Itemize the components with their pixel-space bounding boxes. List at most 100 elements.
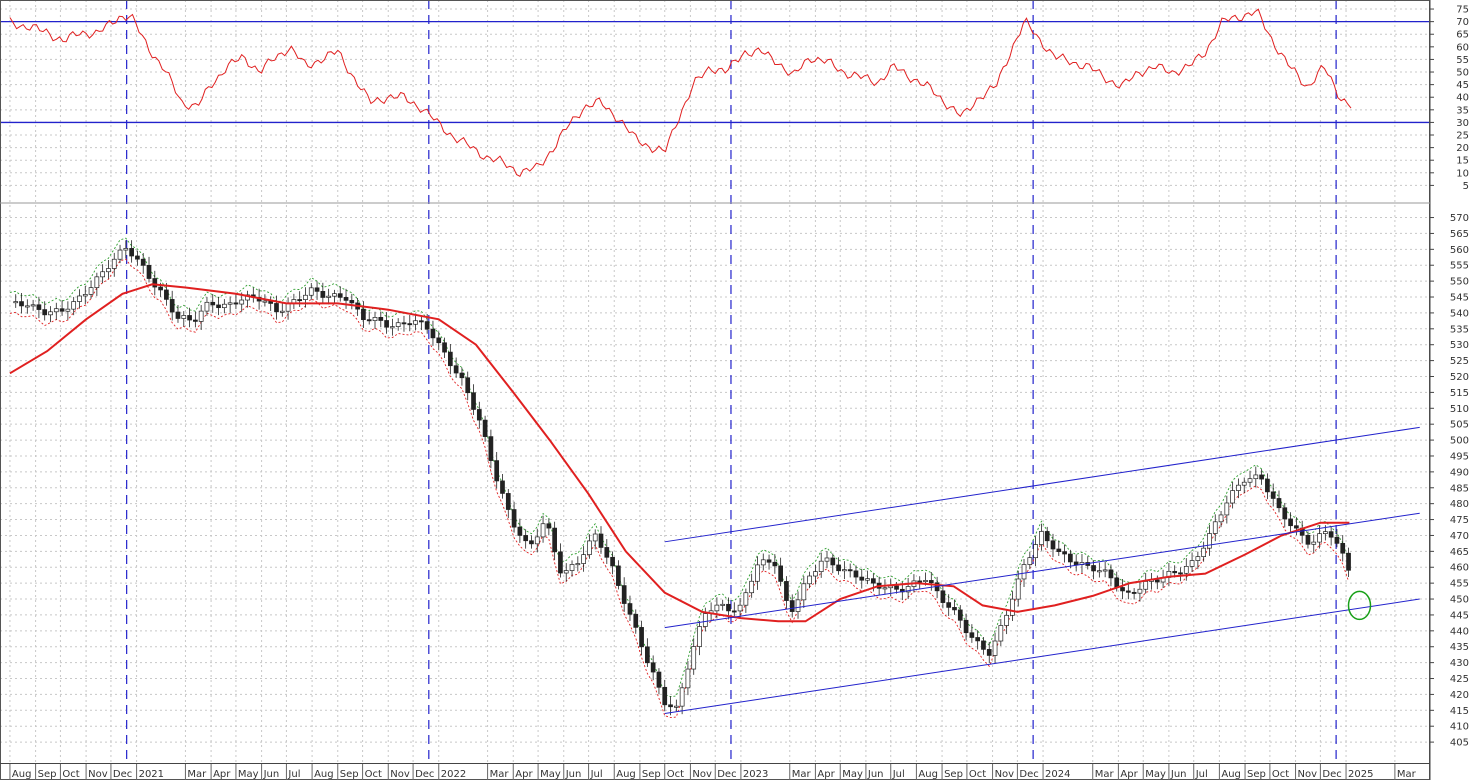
candle-down [604,547,610,558]
candle-up [1102,569,1108,572]
candle-up [106,268,111,273]
candle-up [760,559,766,566]
candle-down [193,319,198,322]
candle-down [465,377,471,394]
candle-down [384,320,389,328]
x-tick-label: Oct [365,769,382,780]
x-tick-label: Mar [187,769,207,780]
x-tick-label: 2024 [1045,769,1070,780]
x-tick-label: Sep [1247,769,1266,780]
candle-down [482,419,488,437]
candle-down [1050,540,1056,550]
x-tick-label: Aug [616,769,636,780]
candle-down [158,286,163,291]
x-tick-label: Nov [692,769,712,780]
y-tick-label-price: 520 [1450,372,1469,383]
candle-down [146,265,152,279]
candle-up [1027,557,1033,565]
candle-down [969,632,975,638]
candle-down [957,609,963,621]
y-tick-label-indicator: 20 [1456,143,1469,154]
candle-up [540,523,546,538]
candle-up [702,613,708,627]
candle-up [117,249,123,260]
candle-down [343,297,349,301]
x-tick-label: 2021 [139,769,164,780]
candle-down [337,293,343,298]
candle-up [1241,481,1247,486]
candle-up [569,564,575,571]
candle-down [986,649,992,656]
candle-down [731,610,737,613]
candle-down [1328,531,1334,538]
candle-up [697,626,702,647]
y-tick-label-price: 555 [1450,261,1469,272]
candle-up [587,540,592,555]
candle-down [210,301,216,306]
y-tick-label-price: 425 [1450,674,1469,685]
x-tick-label: Mar [490,769,510,780]
x-tick-label: Oct [1272,769,1289,780]
x-tick-label: 2025 [1348,769,1373,780]
candle-up [1322,531,1328,535]
y-tick-label-indicator: 55 [1456,55,1469,66]
candle-down [1172,570,1178,574]
y-tick-label-price: 415 [1450,706,1469,717]
candle-up [813,571,818,577]
x-tick-label: Jun [263,769,280,780]
channel-line [664,512,1420,629]
candle-up [1189,560,1195,567]
x-tick-label: Apr [1120,769,1138,780]
x-tick-label: Mar [1397,769,1417,780]
y-tick-label-price: 435 [1450,642,1469,653]
candle-up [1195,556,1201,561]
candle-up [181,315,187,319]
candle-up [48,311,53,316]
candle-up [204,301,210,312]
candle-up [303,294,308,300]
y-tick-label-price: 530 [1450,340,1469,351]
y-tick-label-price: 565 [1450,229,1469,240]
candle-down [488,436,494,461]
candle-down [772,561,778,567]
candle-up [673,705,679,708]
candle-up [262,300,268,303]
candle-up [1143,581,1149,590]
candle-down [442,342,447,353]
candle-down [1282,507,1288,520]
candle-up [65,308,71,312]
candle-up [923,580,928,582]
y-tick-label-price: 470 [1450,531,1469,542]
candle-up [679,687,685,707]
candle-up [1212,521,1218,534]
y-tick-label-indicator: 60 [1456,42,1469,53]
y-tick-label-price: 510 [1450,404,1469,415]
candle-down [447,351,453,367]
candle-up [807,575,812,585]
candle-up [1010,598,1015,616]
candle-up [1236,484,1241,491]
candle-down [517,526,523,536]
candle-up [227,302,233,305]
candle-up [581,554,586,564]
y-tick-label-indicator: 50 [1456,68,1469,79]
x-tick-label: Sep [642,769,661,780]
candle-up [1015,578,1021,600]
channel-line [664,598,1420,714]
candle-down [668,704,673,708]
x-tick-label: Aug [1221,769,1241,780]
candle-up [1021,564,1027,580]
candle-down [894,585,899,590]
candle-up [1137,588,1143,594]
candle-down [297,299,303,302]
candle-down [378,317,384,321]
candle-down [1178,572,1183,575]
candle-up [390,326,395,329]
y-tick-label-price: 560 [1450,245,1469,256]
candle-down [1044,531,1050,542]
candle-up [239,299,245,305]
y-tick-label-price: 480 [1450,499,1469,510]
candle-down [546,523,552,529]
x-tick-label: Dec [415,769,434,780]
candle-up [279,310,285,313]
